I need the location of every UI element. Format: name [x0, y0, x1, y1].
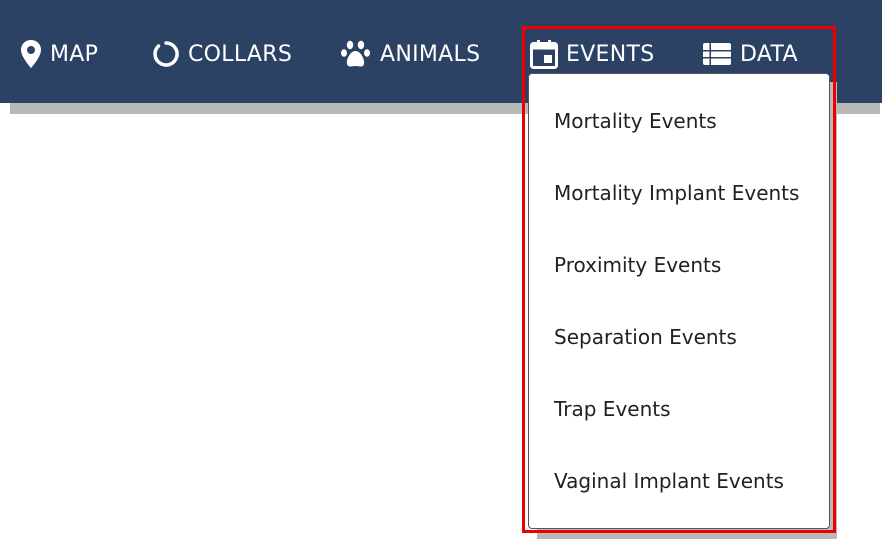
menu-item-separation-events[interactable]: Separation Events: [554, 319, 737, 355]
collar-ring-icon: [152, 40, 180, 68]
menu-item-proximity-events[interactable]: Proximity Events: [554, 247, 721, 283]
nav-animals-label: ANIMALS: [380, 41, 481, 67]
nav-events[interactable]: EVENTS: [530, 34, 655, 74]
map-pin-icon: [20, 39, 42, 69]
menu-item-vaginal-implant-events[interactable]: Vaginal Implant Events: [554, 463, 784, 499]
nav-data[interactable]: DATA: [702, 34, 798, 74]
nav-map-label: MAP: [50, 41, 99, 67]
data-list-icon: [702, 42, 732, 66]
menu-item-mortality-events[interactable]: Mortality Events: [554, 103, 717, 139]
nav-map[interactable]: MAP: [20, 34, 98, 74]
menu-item-mortality-implant-events[interactable]: Mortality Implant Events: [554, 175, 799, 211]
nav-animals[interactable]: ANIMALS: [340, 34, 480, 74]
calendar-icon: [530, 39, 558, 69]
nav-events-label: EVENTS: [566, 41, 655, 67]
paw-icon: [340, 39, 372, 69]
nav-collars-label: COLLARS: [188, 41, 293, 67]
nav-data-label: DATA: [740, 41, 798, 67]
nav-collars[interactable]: COLLARS: [152, 34, 292, 74]
menu-item-trap-events[interactable]: Trap Events: [554, 391, 671, 427]
events-dropdown-menu: Mortality Events Mortality Implant Event…: [528, 73, 830, 529]
